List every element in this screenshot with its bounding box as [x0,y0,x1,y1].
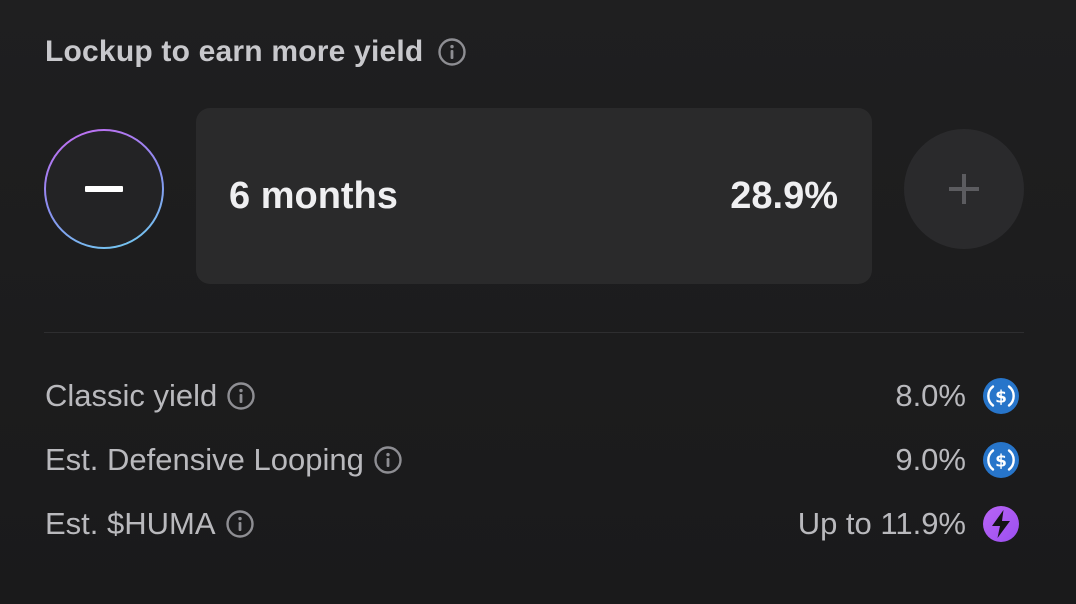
svg-text:$: $ [995,388,1007,408]
yield-value: 8.0% [895,378,966,413]
lockup-value-display: 6 months 28.9% [196,108,872,284]
yield-label: Est. Defensive Looping [45,442,364,477]
increase-duration-button[interactable] [904,129,1024,249]
info-icon-glyph [225,510,254,538]
lockup-duration: 6 months [229,174,398,217]
lockup-apy: 28.9% [730,174,838,217]
yield-row-huma: Est. $HUMA Up to 11.9% [45,504,1020,544]
info-icon-glyph [374,446,402,474]
yield-row-classic: Classic yield 8.0% $ [45,376,1020,416]
yield-label: Est. $HUMA [45,506,216,541]
info-icon[interactable] [225,509,255,539]
usdc-icon: $ [983,378,1019,414]
huma-icon [983,506,1019,542]
usdc-icon: $ [983,442,1019,478]
info-icon[interactable] [226,381,256,411]
decrease-duration-button[interactable] [44,129,164,249]
section-title: Lockup to earn more yield [45,35,424,68]
lockup-panel: Lockup to earn more yield 6 months 28.9%… [0,0,1076,604]
plus-icon [949,174,979,204]
yield-row-defensive-looping: Est. Defensive Looping 9.0% $ [45,440,1020,480]
minus-icon [85,186,123,192]
yield-value: 9.0% [895,442,966,477]
svg-text:$: $ [995,452,1007,472]
divider [44,332,1024,333]
yield-label: Classic yield [45,378,218,413]
info-icon-glyph [227,382,255,410]
lockup-stepper: 6 months 28.9% [44,108,1024,284]
yield-value: Up to 11.9% [797,506,966,541]
info-icon-glyph [438,38,467,66]
info-icon[interactable] [437,37,467,67]
info-icon[interactable] [373,445,403,475]
section-header: Lockup to earn more yield [45,34,467,70]
